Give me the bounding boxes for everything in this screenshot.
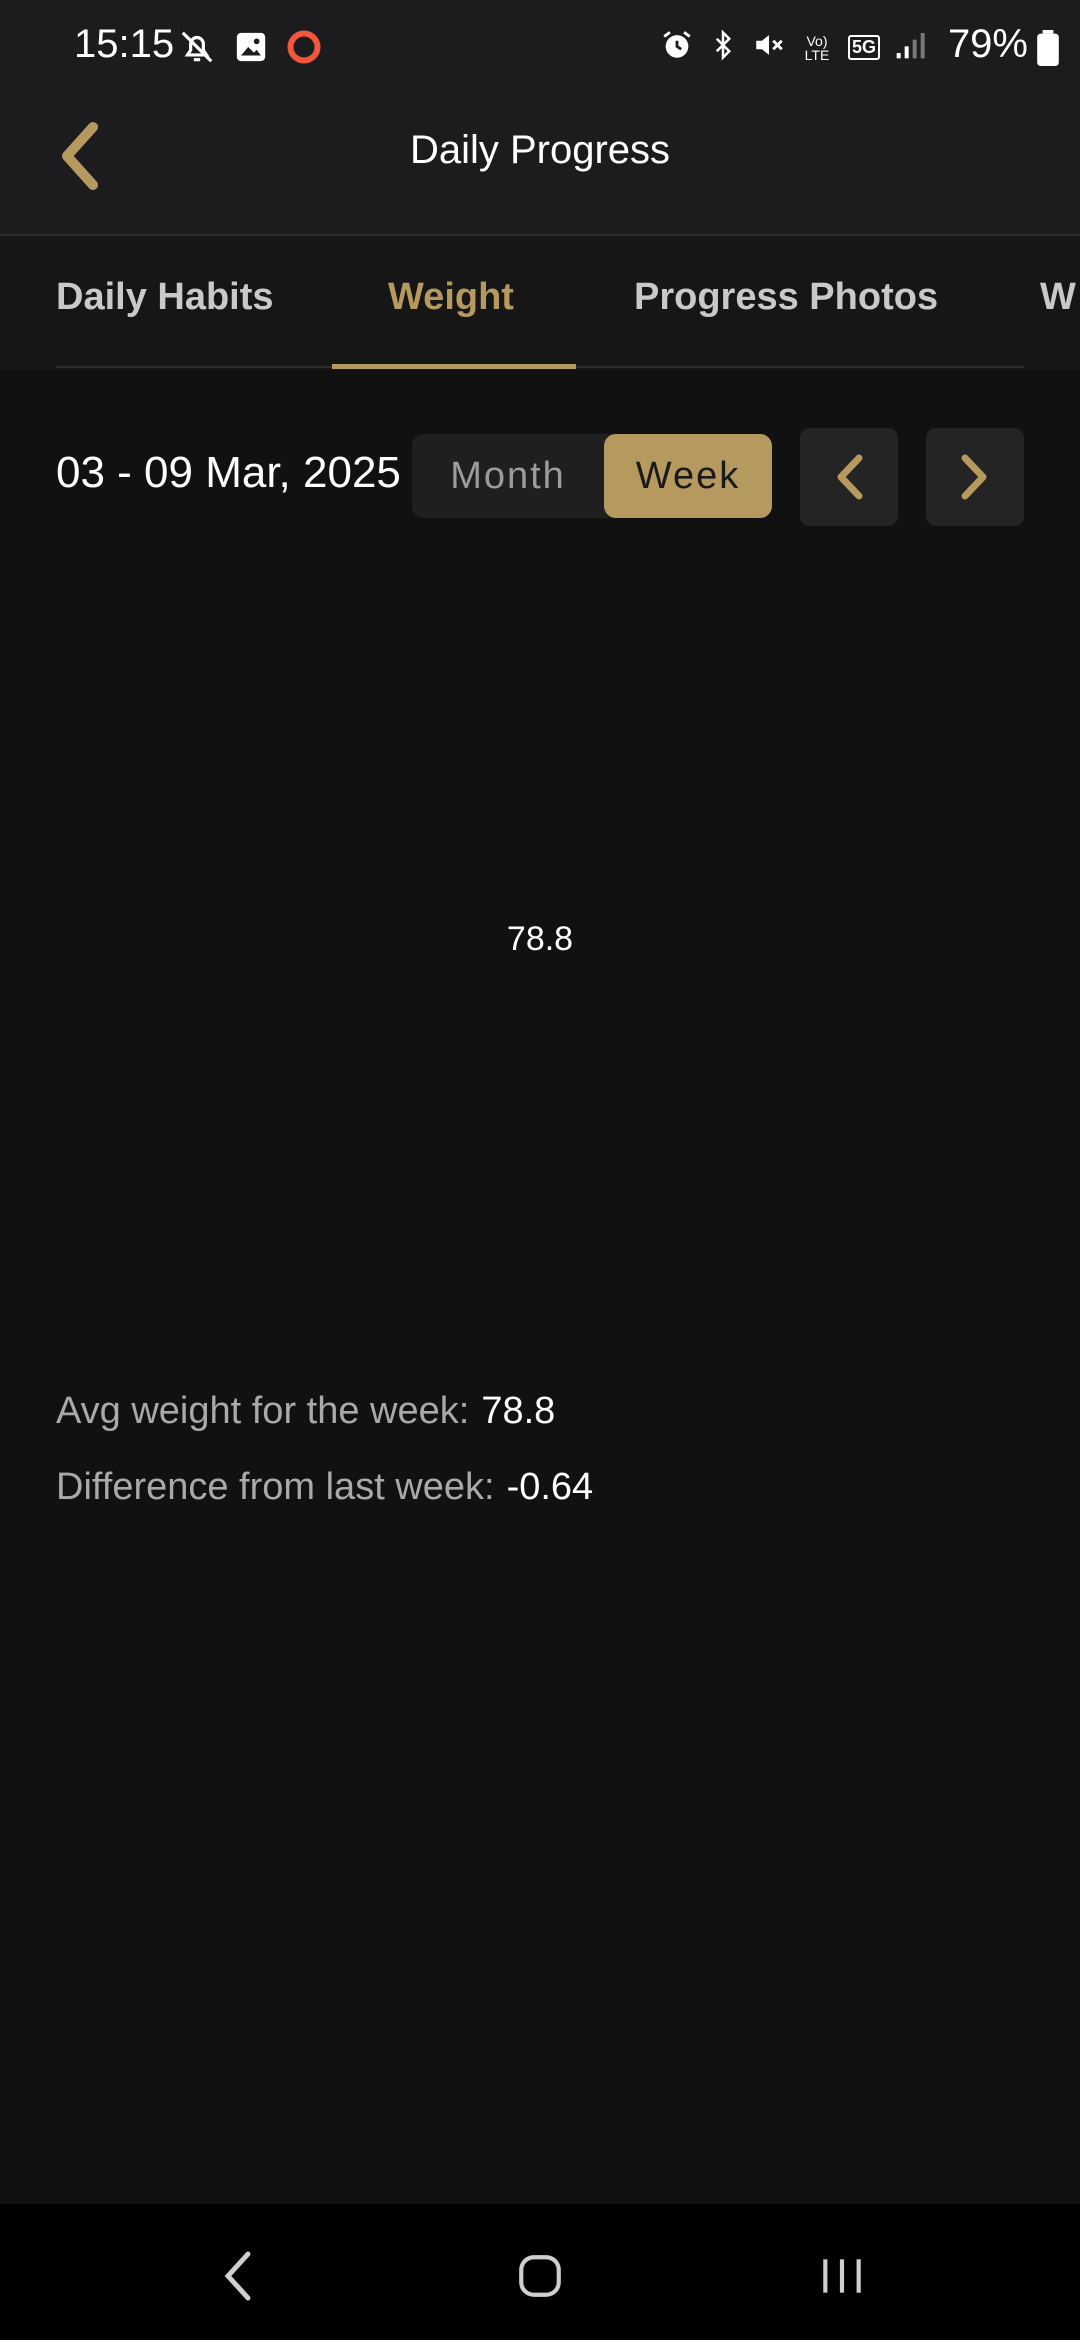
weight-difference-value: -0.64 <box>506 1466 594 1508</box>
signal-icon <box>894 29 926 66</box>
chart-data-label: 78.8 <box>506 920 574 958</box>
date-range: 03 - 09 Mar, 2025 <box>56 448 401 497</box>
notifications-off-icon <box>178 28 216 71</box>
system-back-button[interactable] <box>198 2236 278 2316</box>
active-tab-indicator <box>332 364 576 369</box>
previous-week-button[interactable] <box>800 428 898 526</box>
week-toggle-button[interactable]: Week <box>604 434 772 518</box>
tab-more[interactable]: W <box>1040 276 1076 319</box>
system-home-button[interactable] <box>500 2236 580 2316</box>
status-bar: 15:15 Vo) LTE 5G 79% <box>0 0 1080 96</box>
status-right-icons: Vo) LTE 5G <box>660 28 926 67</box>
period-toggle: Month Week <box>412 434 772 518</box>
page-title: Daily Progress <box>409 128 671 172</box>
mute-icon <box>752 28 786 67</box>
volte-icon: Vo) LTE <box>804 32 830 63</box>
avg-weight-label: Avg weight for the week: <box>56 1390 470 1432</box>
system-navigation-bar <box>0 2204 1080 2340</box>
chevron-right-icon <box>961 454 987 500</box>
5g-icon: 5G <box>847 35 880 60</box>
weight-difference-row: Difference from last week: -0.64 <box>56 1466 593 1509</box>
status-time: 15:15 <box>74 22 175 66</box>
battery-percentage: 79% <box>947 22 1028 66</box>
weight-chart: 78.8 <box>56 560 1024 1320</box>
gallery-icon <box>234 30 268 69</box>
next-week-button[interactable] <box>926 428 1024 526</box>
month-toggle-button[interactable]: Month <box>412 434 604 518</box>
bluetooth-icon <box>708 28 738 67</box>
tab-weight[interactable]: Weight <box>388 276 514 319</box>
app-header: Daily Progress <box>0 96 1080 236</box>
recents-icon <box>823 2259 861 2293</box>
avg-weight-value: 78.8 <box>481 1390 556 1432</box>
tab-bar: Daily Habits Weight Progress Photos W <box>0 236 1080 370</box>
weight-difference-label: Difference from last week: <box>56 1466 495 1508</box>
tab-progress-photos[interactable]: Progress Photos <box>634 276 938 319</box>
avg-weight-row: Avg weight for the week: 78.8 <box>56 1390 555 1433</box>
chevron-left-icon <box>837 454 863 500</box>
battery-icon <box>1036 30 1060 71</box>
screen: 15:15 Vo) LTE 5G 79% Daily Progress Dail… <box>0 0 1080 2340</box>
status-left-icons <box>178 28 322 71</box>
back-icon <box>224 2251 251 2301</box>
system-recents-button[interactable] <box>802 2236 882 2316</box>
tab-daily-habits[interactable]: Daily Habits <box>56 276 274 319</box>
record-icon <box>286 29 322 70</box>
alarm-icon <box>660 28 694 67</box>
home-icon <box>519 2255 561 2297</box>
